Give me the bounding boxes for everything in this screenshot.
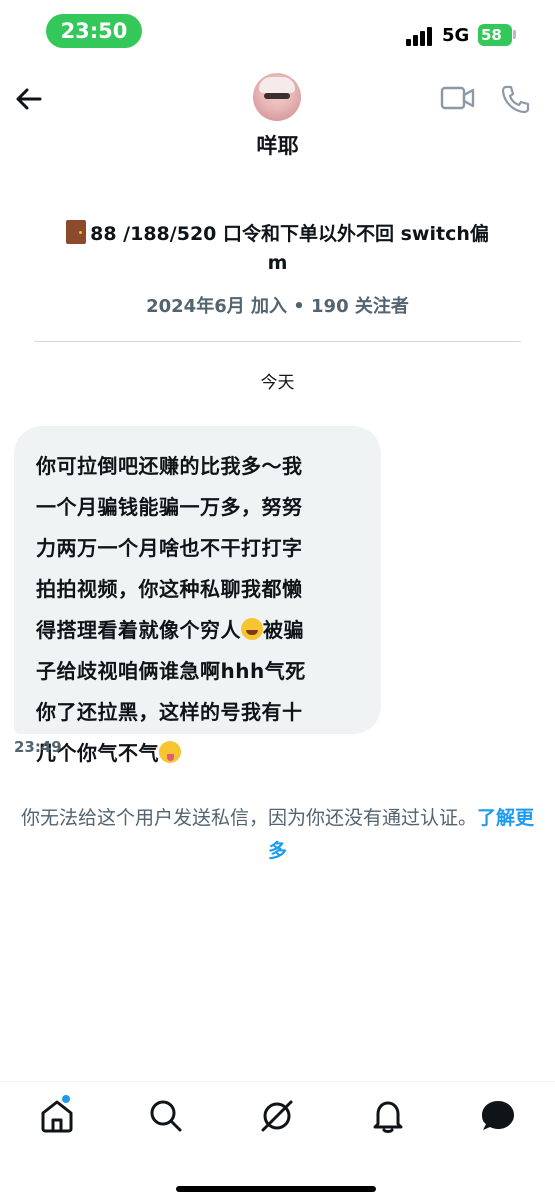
nav-home[interactable] bbox=[37, 1096, 77, 1136]
message-line: 被骗 bbox=[263, 618, 304, 642]
nav-notifications[interactable] bbox=[368, 1096, 408, 1136]
status-bar: 23:50 5G 58 bbox=[0, 0, 555, 66]
search-icon bbox=[150, 1100, 182, 1132]
conversation-title[interactable]: 咩耶 bbox=[0, 130, 555, 160]
zany-face-emoji-icon bbox=[159, 741, 181, 763]
message-bubble[interactable]: 你可拉倒吧还赚的比我多～我 一个月骗钱能骗一万多，努努 力两万一个月啥也不干打打… bbox=[14, 426, 381, 765]
avatar[interactable] bbox=[253, 73, 301, 121]
nav-search[interactable] bbox=[146, 1096, 186, 1136]
message-line: 子给歧视咱俩谁急啊hhh气死 bbox=[36, 659, 306, 683]
dm-restriction-notice: 你无法给这个用户发送私信，因为你还没有通过认证。了解更多 bbox=[20, 802, 535, 868]
divider bbox=[34, 341, 521, 342]
video-call-button[interactable] bbox=[440, 84, 476, 112]
signal-icon bbox=[406, 26, 436, 46]
arrow-left-icon bbox=[16, 88, 42, 110]
message-line: 你可拉倒吧还赚的比我多～我 bbox=[36, 454, 303, 478]
battery-nub bbox=[513, 30, 516, 39]
message-timestamp: 23:49 bbox=[14, 738, 62, 756]
date-separator: 今天 bbox=[260, 373, 295, 393]
home-icon bbox=[41, 1100, 73, 1133]
door-icon bbox=[66, 220, 87, 244]
bottom-nav bbox=[0, 1082, 555, 1200]
battery-icon: 58 bbox=[478, 24, 512, 46]
back-button[interactable] bbox=[14, 84, 44, 114]
bio-line-2: m bbox=[267, 252, 288, 274]
network-label: 5G bbox=[442, 25, 470, 46]
message-line: 得搭理看着就像个穷人 bbox=[36, 618, 241, 642]
nav-grok[interactable] bbox=[257, 1096, 297, 1136]
phone-call-button[interactable] bbox=[500, 84, 530, 114]
message-line: 你了还拉黑，这样的号我有十 bbox=[36, 700, 303, 724]
notice-text: 你无法给这个用户发送私信，因为你还没有通过认证。 bbox=[20, 807, 477, 829]
status-time: 23:50 bbox=[46, 14, 142, 48]
profile-meta: 2024年6月 加入 • 190 关注者 bbox=[146, 296, 409, 317]
bio-line-1: 88 /188/520 口令和下单以外不回 switch偏 bbox=[90, 223, 489, 245]
phone-icon bbox=[501, 85, 530, 114]
bell-icon bbox=[373, 1101, 403, 1133]
messages-icon bbox=[482, 1101, 514, 1130]
message-line: 力两万一个月啥也不干打打字 bbox=[36, 536, 303, 560]
profile-bio: 88 /188/520 口令和下单以外不回 switch偏 m bbox=[20, 220, 535, 278]
video-camera-icon bbox=[440, 86, 475, 110]
nav-messages[interactable] bbox=[478, 1096, 518, 1136]
message-line: 拍拍视频，你这种私聊我都懒 bbox=[36, 577, 303, 601]
home-indicator bbox=[176, 1186, 376, 1192]
grok-icon bbox=[261, 1100, 293, 1132]
message-line: 一个月骗钱能骗一万多，努努 bbox=[36, 495, 303, 519]
notification-dot bbox=[62, 1095, 70, 1103]
rofl-emoji-icon bbox=[241, 618, 263, 640]
